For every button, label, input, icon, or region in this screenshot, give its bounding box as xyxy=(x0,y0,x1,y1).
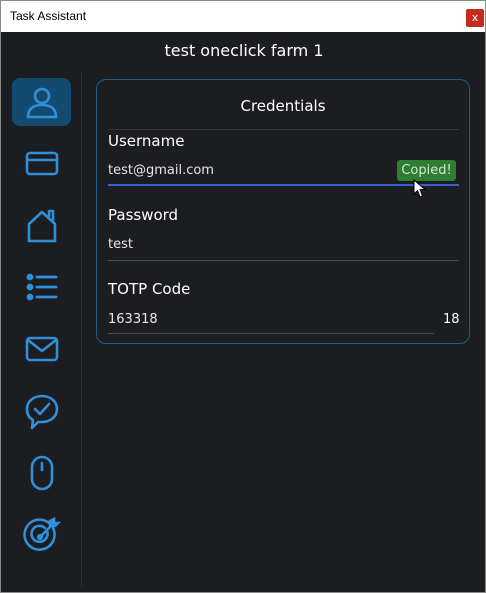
card-title: Credentials xyxy=(240,97,326,115)
password-underline xyxy=(108,260,459,261)
chat-check-icon xyxy=(25,394,58,430)
mail-icon xyxy=(25,336,58,362)
copied-badge: Copied! xyxy=(397,160,456,181)
username-underline xyxy=(108,184,459,186)
sidebar-item-goals[interactable] xyxy=(12,511,71,559)
password-field[interactable]: test xyxy=(108,237,133,252)
totp-underline xyxy=(108,333,434,334)
page-title: test oneclick farm 1 xyxy=(164,41,324,60)
target-icon xyxy=(22,516,61,551)
list-icon xyxy=(26,273,57,301)
card-divider xyxy=(108,129,459,130)
title-bar: Task Assistant x xyxy=(1,1,485,32)
mouse-icon xyxy=(30,455,53,491)
close-button[interactable]: x xyxy=(466,9,484,27)
sidebar-item-profile[interactable] xyxy=(12,78,71,126)
sidebar-item-mouse[interactable] xyxy=(12,449,71,497)
user-icon xyxy=(26,87,57,119)
home-icon xyxy=(27,209,56,243)
sidebar-divider xyxy=(81,71,82,587)
totp-countdown: 18 xyxy=(443,312,460,327)
window-title: Task Assistant xyxy=(10,9,87,23)
sidebar-item-mail[interactable] xyxy=(12,325,71,373)
sidebar-item-messages[interactable] xyxy=(12,387,71,435)
credentials-card: Credentials Username test@gmail.com Copi… xyxy=(96,79,470,344)
credit-card-icon xyxy=(25,151,58,176)
sidebar-item-home[interactable] xyxy=(12,201,71,249)
app-window: Task Assistant x test oneclick farm 1 Cr… xyxy=(0,0,486,593)
password-label: Password xyxy=(108,206,179,224)
username-field[interactable]: test@gmail.com xyxy=(108,163,214,178)
username-label: Username xyxy=(108,132,185,150)
totp-label: TOTP Code xyxy=(108,280,191,298)
sidebar-item-tasks[interactable] xyxy=(12,263,71,311)
totp-field[interactable]: 163318 xyxy=(108,312,158,327)
mouse-cursor-icon xyxy=(413,179,427,198)
sidebar-item-payment[interactable] xyxy=(12,139,71,187)
